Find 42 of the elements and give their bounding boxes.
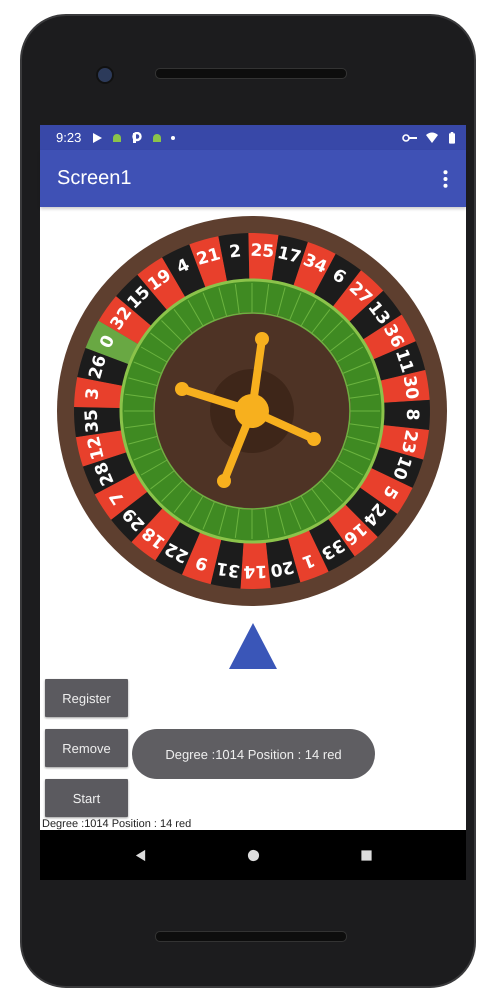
status-time: 9:23 — [56, 130, 82, 145]
pocket-number: 30 — [398, 374, 422, 401]
pocket-number: 23 — [396, 428, 422, 456]
pocket-number: 0 — [96, 332, 120, 352]
camera-icon — [96, 66, 114, 84]
pocket-number: 31 — [214, 558, 242, 581]
pocket-number: 2 — [228, 241, 242, 262]
pocket-number: 6 — [328, 265, 350, 288]
pocket-number: 21 — [194, 244, 223, 270]
android-icon — [151, 132, 164, 144]
back-icon[interactable] — [134, 848, 146, 862]
pocket-number: 7 — [106, 487, 130, 508]
pocket-number: 10 — [388, 453, 416, 482]
wifi-icon — [426, 132, 438, 144]
pocket-number: 9 — [193, 552, 211, 574]
toast-message: Degree :1014 Position : 14 red — [132, 729, 375, 779]
overflow-menu-icon[interactable] — [443, 170, 448, 188]
dot-icon — [171, 136, 176, 140]
pocket-number: 8 — [402, 408, 422, 421]
battery-icon — [446, 132, 458, 144]
pocket-number: 11 — [390, 346, 418, 376]
app-title: Screen1 — [57, 167, 132, 190]
play-icon — [91, 132, 104, 144]
action-button[interactable]: Remove — [45, 729, 128, 767]
pointer-triangle — [229, 623, 277, 669]
android-icon — [111, 132, 124, 144]
home-icon[interactable] — [246, 848, 260, 862]
pocket-number: 26 — [85, 353, 111, 382]
pocket-number: 5 — [378, 482, 402, 502]
pocket-number: 3 — [82, 386, 104, 401]
pocket-number: 20 — [268, 556, 296, 580]
action-button[interactable]: Register — [45, 679, 128, 717]
recents-icon[interactable] — [360, 848, 372, 862]
result-label: Degree :1014 Position : 14 red — [42, 818, 192, 830]
key-icon — [402, 132, 418, 142]
parking-icon — [131, 132, 144, 144]
pocket-number: 14 — [243, 560, 268, 582]
pocket-number: 35 — [82, 408, 104, 434]
pocket-number: 1 — [299, 549, 318, 572]
action-button[interactable]: Start — [45, 779, 128, 817]
pocket-number: 25 — [250, 240, 275, 262]
pocket-number: 4 — [174, 255, 193, 278]
